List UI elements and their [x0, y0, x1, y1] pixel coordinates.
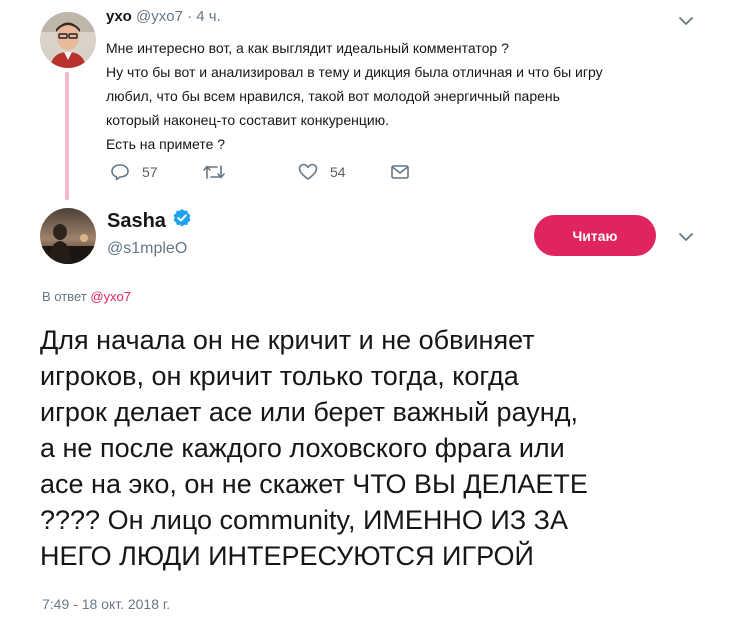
author-name-row: Sasha	[107, 208, 192, 234]
reply-handle-link[interactable]: @yxo7	[90, 289, 131, 304]
like-count: 54	[330, 164, 346, 180]
like-button[interactable]: 54	[298, 160, 346, 184]
tweet-timestamp[interactable]: 7:49 - 18 окт. 2018 г.	[42, 596, 170, 612]
reply-icon	[110, 163, 130, 181]
reply-count: 57	[142, 164, 158, 180]
reply-button[interactable]: 57	[110, 160, 158, 184]
parent-tweet-actions: 57 54	[106, 160, 426, 184]
thread-connector-line	[65, 72, 69, 200]
author-handle[interactable]: @s1mpleO	[107, 240, 187, 258]
envelope-icon	[390, 164, 410, 180]
tweet-line: игроков, он кричит только тогда, когда	[40, 361, 519, 391]
tweet-line: ???? Он лицо community, ИМЕННО ИЗ ЗА	[40, 505, 568, 535]
reply-prefix: В ответ	[42, 289, 87, 304]
parent-tweet-line: который наконец-то составит конкуренцию.	[106, 112, 390, 128]
parent-tweet-line: Мне интересно вот, а как выглядит идеаль…	[106, 40, 509, 56]
author-avatar[interactable]	[40, 208, 96, 264]
tweet-text: Для начала он не кричит и не обвиняет иг…	[40, 322, 700, 574]
verified-badge-icon	[172, 208, 192, 234]
reply-context: В ответ @yxo7	[42, 289, 131, 304]
following-button[interactable]: Читаю	[534, 215, 656, 256]
tweet-line: НЕГО ЛЮДИ ИНТЕРЕСУЮТСЯ ИГРОЙ	[40, 541, 534, 571]
parent-tweet-line: Ну что бы вот и анализировал в тему и ди…	[106, 64, 603, 80]
retweet-button[interactable]	[202, 160, 238, 184]
parent-tweet-time[interactable]: · 4 ч.	[187, 8, 221, 25]
parent-tweet-header: yxo @yxo7 · 4 ч.	[106, 8, 221, 25]
chevron-down-icon[interactable]	[675, 10, 697, 32]
tweet-line: а не после каждого лоховского фрага или	[40, 433, 565, 463]
direct-message-button[interactable]	[390, 160, 410, 184]
retweet-icon	[202, 163, 226, 181]
parent-tweet-line: любил, что бы всем нравился, такой вот м…	[106, 88, 560, 104]
parent-tweet-line: Есть на примете ?	[106, 136, 226, 152]
parent-author-name[interactable]: yxo	[106, 8, 132, 25]
tweet-line: Для начала он не кричит и не обвиняет	[40, 325, 535, 355]
parent-tweet-text: Мне интересно вот, а как выглядит идеаль…	[106, 36, 666, 156]
parent-avatar[interactable]	[40, 12, 96, 68]
tweet-line: игрок делает асе или берет важный раунд,	[40, 397, 578, 427]
heart-icon	[298, 163, 318, 181]
tweet-line: асе на эко, он не скажет ЧТО ВЫ ДЕЛАЕТЕ	[40, 469, 588, 499]
chevron-down-icon[interactable]	[675, 226, 697, 248]
author-name[interactable]: Sasha	[107, 210, 166, 233]
parent-author-handle[interactable]: @yxo7	[136, 8, 183, 25]
